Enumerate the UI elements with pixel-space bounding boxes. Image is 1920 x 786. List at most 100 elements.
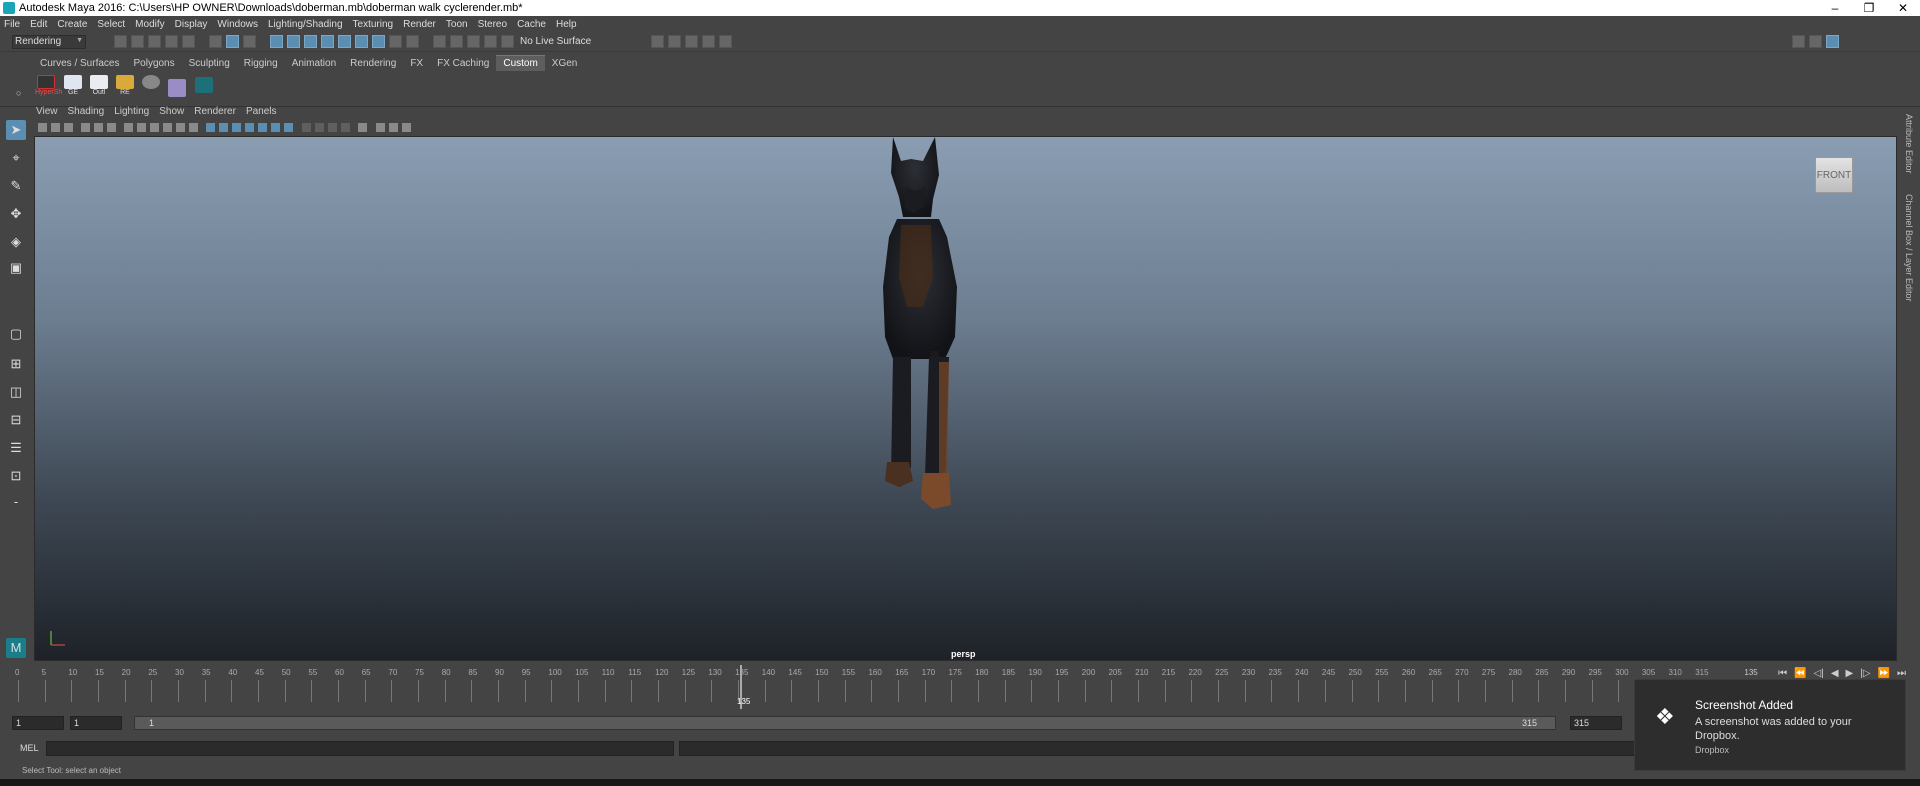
menu-stereo[interactable]: Stereo (478, 19, 507, 30)
select-rendering-icon[interactable] (372, 35, 385, 48)
save-scene-icon[interactable] (148, 35, 161, 48)
panel-menu-view[interactable]: View (36, 106, 58, 120)
workspace-icon[interactable] (1792, 35, 1806, 48)
select-object-icon[interactable] (226, 35, 239, 48)
panel-toolbar-icons[interactable] (36, 121, 516, 135)
tab-xgen[interactable]: XGen (545, 56, 585, 71)
select-hierarchy-icon[interactable] (209, 35, 222, 48)
make-live-icon[interactable] (501, 35, 514, 48)
menu-set-dropdown[interactable]: Rendering (12, 34, 86, 49)
current-time-field[interactable]: 135 (1731, 668, 1771, 679)
shelf-options-icon[interactable]: ○ (16, 88, 21, 98)
persp-outliner-layout[interactable]: ⊟ (6, 410, 26, 430)
play-forwards-icon[interactable]: ▶ (1846, 668, 1854, 679)
redo-icon[interactable] (182, 35, 195, 48)
open-scene-icon[interactable] (131, 35, 144, 48)
dropbox-notification[interactable]: ❖ Screenshot Added A screenshot was adde… (1634, 679, 1906, 771)
close-icon[interactable]: ✕ (1886, 0, 1920, 16)
maya-home-button[interactable]: M (6, 638, 26, 658)
animation-start-field[interactable]: 1 (70, 716, 122, 730)
select-deformations-icon[interactable] (338, 35, 351, 48)
tab-fx[interactable]: FX (403, 56, 430, 71)
render-settings-icon[interactable] (702, 35, 716, 48)
go-to-start-icon[interactable]: ⏮ (1778, 668, 1787, 679)
minimize-icon[interactable]: – (1818, 0, 1852, 16)
shelf-button-outliner[interactable]: Outl (88, 75, 110, 101)
select-tool[interactable]: ➤ (6, 120, 26, 140)
single-perspective-layout[interactable]: ▢ (6, 324, 26, 344)
shelf-button-re[interactable]: RE (114, 75, 136, 101)
lasso-tool[interactable]: ⌖ (6, 148, 26, 168)
step-forward-key-icon[interactable]: ⏩ (1878, 668, 1890, 679)
undo-icon[interactable] (165, 35, 178, 48)
select-component-icon[interactable] (243, 35, 256, 48)
shelf-button-render-view[interactable] (140, 75, 162, 101)
tab-polygons[interactable]: Polygons (126, 56, 181, 71)
tab-channel-box[interactable]: Channel Box / Layer Editor (1904, 194, 1914, 302)
channel-box-toggle-icon[interactable] (1826, 35, 1840, 48)
hypershade-icon[interactable] (719, 35, 733, 48)
menu-cache[interactable]: Cache (517, 19, 546, 30)
lock-selection-icon[interactable] (389, 35, 402, 48)
step-forward-frame-icon[interactable]: |▷ (1860, 668, 1870, 679)
menu-lighting-shading[interactable]: Lighting/Shading (268, 19, 343, 30)
step-back-key-icon[interactable]: ⏪ (1794, 668, 1806, 679)
scale-tool[interactable]: ▣ (6, 258, 26, 278)
highlight-selection-icon[interactable] (406, 35, 419, 48)
shelf-button-graph-editor[interactable]: GE (62, 75, 84, 101)
menu-help[interactable]: Help (556, 19, 577, 30)
panel-menu-show[interactable]: Show (159, 106, 184, 120)
menu-render[interactable]: Render (403, 19, 436, 30)
tab-attribute-editor[interactable]: Attribute Editor (1904, 114, 1914, 174)
panel-menu-renderer[interactable]: Renderer (194, 106, 236, 120)
tab-animation[interactable]: Animation (285, 56, 343, 71)
render-view-icon[interactable] (651, 35, 665, 48)
go-to-end-icon[interactable]: ⏭ (1897, 668, 1906, 679)
four-view-layout[interactable]: ⊞ (6, 354, 26, 374)
shelf-button-render-settings[interactable] (166, 79, 188, 105)
perspective-viewport[interactable]: FRONT persp (34, 136, 1897, 661)
menu-file[interactable]: File (4, 19, 20, 30)
tab-fx-caching[interactable]: FX Caching (430, 56, 496, 71)
select-curves-icon[interactable] (304, 35, 317, 48)
command-input[interactable] (46, 741, 674, 756)
snap-grid-icon[interactable] (433, 35, 446, 48)
view-cube[interactable]: FRONT (1815, 157, 1853, 193)
menu-modify[interactable]: Modify (135, 19, 164, 30)
ipr-render-icon[interactable] (685, 35, 699, 48)
new-scene-icon[interactable] (114, 35, 127, 48)
menu-toon[interactable]: Toon (446, 19, 468, 30)
panel-menu-panels[interactable]: Panels (246, 106, 277, 120)
snap-point-icon[interactable] (467, 35, 480, 48)
select-handles-icon[interactable] (270, 35, 283, 48)
tab-curves-surfaces[interactable]: Curves / Surfaces (33, 56, 126, 71)
persp-hypershade-layout[interactable]: ⊡ (6, 466, 26, 486)
panel-menu-shading[interactable]: Shading (68, 106, 105, 120)
snap-view-plane-icon[interactable] (484, 35, 497, 48)
start-time-field[interactable]: 1 (12, 716, 64, 730)
mel-label[interactable]: MEL (20, 743, 39, 753)
layout-options[interactable]: - (6, 492, 26, 512)
menu-texturing[interactable]: Texturing (353, 19, 394, 30)
menu-select[interactable]: Select (97, 19, 125, 30)
restore-icon[interactable]: ❐ (1852, 0, 1886, 16)
panel-menu-lighting[interactable]: Lighting (114, 106, 149, 120)
snap-curve-icon[interactable] (450, 35, 463, 48)
tab-sculpting[interactable]: Sculpting (182, 56, 237, 71)
move-tool[interactable]: ✥ (6, 204, 26, 224)
tab-rendering[interactable]: Rendering (343, 56, 403, 71)
doberman-model[interactable] (35, 137, 1897, 661)
select-dynamics-icon[interactable] (355, 35, 368, 48)
menu-edit[interactable]: Edit (30, 19, 47, 30)
tab-rigging[interactable]: Rigging (237, 56, 285, 71)
play-backwards-icon[interactable]: ◀ (1831, 668, 1839, 679)
menu-display[interactable]: Display (175, 19, 208, 30)
persp-graph-layout[interactable]: ☰ (6, 438, 26, 458)
paint-select-tool[interactable]: ✎ (6, 176, 26, 196)
menu-windows[interactable]: Windows (217, 19, 258, 30)
range-bar[interactable]: 1 315 (134, 716, 1556, 730)
side-by-side-layout[interactable]: ◫ (6, 382, 26, 402)
toggle-panel-icon[interactable] (1809, 35, 1823, 48)
render-current-frame-icon[interactable] (668, 35, 682, 48)
menu-create[interactable]: Create (57, 19, 87, 30)
